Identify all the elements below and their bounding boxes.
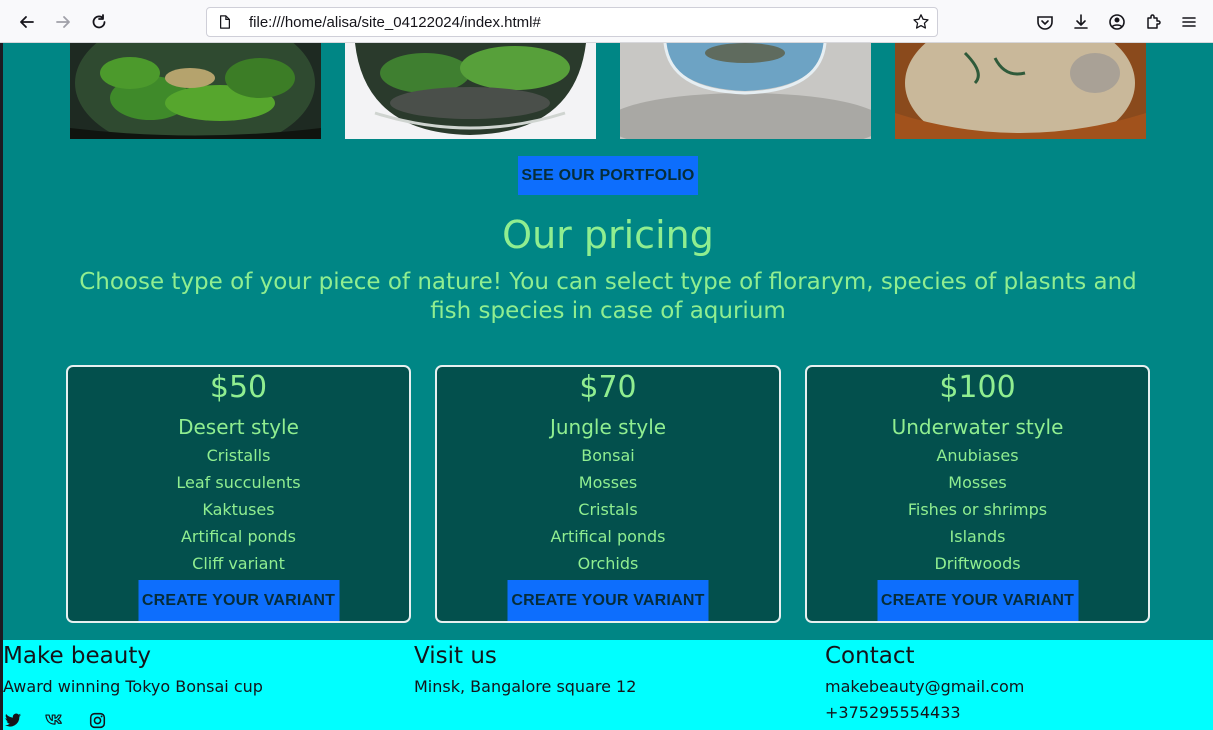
list-item: Driftwoods (934, 554, 1021, 573)
footer-column-about: Make beauty Award winning Tokyo Bonsai c… (3, 640, 263, 696)
list-item: Mosses (948, 473, 1007, 492)
card-feature-list: Anubiases Mosses Fishes or shrimps Islan… (807, 446, 1148, 581)
see-portfolio-button[interactable]: SEE OUR PORTFOLIO (518, 156, 698, 195)
gallery-image-aquarium-bowl[interactable] (620, 43, 871, 139)
back-icon[interactable] (15, 10, 39, 34)
footer: Make beauty Award winning Tokyo Bonsai c… (3, 640, 1213, 730)
contact-phone[interactable]: +375295554433 (825, 703, 1024, 722)
gallery-image-bowl-terrarium[interactable] (345, 43, 596, 139)
card-feature-list: Bonsai Mosses Cristals Artifical ponds O… (437, 446, 779, 581)
gallery-image-sand-terrarium[interactable] (895, 43, 1146, 139)
url-bar[interactable]: file:///home/alisa/site_04122024/index.h… (206, 7, 938, 37)
instagram-icon[interactable] (87, 710, 107, 730)
browser-toolbar: file:///home/alisa/site_04122024/index.h… (0, 0, 1213, 43)
card-style-name: Underwater style (891, 415, 1064, 439)
list-item: Kaktuses (202, 500, 275, 519)
list-item: Bonsai (581, 446, 635, 465)
pocket-icon[interactable] (1033, 10, 1057, 34)
pricing-card-jungle: $70 Jungle style Bonsai Mosses Cristals … (435, 365, 781, 623)
downloads-icon[interactable] (1069, 10, 1093, 34)
gallery-image-moss-terrarium[interactable] (70, 43, 321, 139)
list-item: Cristals (578, 500, 638, 519)
footer-text: Award winning Tokyo Bonsai cup (3, 677, 263, 696)
contact-email[interactable]: makebeauty@gmail.com (825, 677, 1024, 696)
card-price: $100 (939, 370, 1016, 405)
list-item: Artifical ponds (550, 527, 666, 546)
footer-column-visit: Visit us Minsk, Bangalore square 12 (414, 640, 636, 696)
create-variant-button[interactable]: CREATE YOUR VARIANT (138, 580, 339, 621)
twitter-icon[interactable] (3, 710, 23, 730)
footer-title: Visit us (414, 643, 497, 669)
reload-icon[interactable] (87, 10, 111, 34)
account-icon[interactable] (1105, 10, 1129, 34)
card-price: $70 (579, 370, 637, 405)
list-item: Islands (949, 527, 1006, 546)
forward-icon[interactable] (51, 10, 75, 34)
pricing-card-underwater: $100 Underwater style Anubiases Mosses F… (805, 365, 1150, 623)
list-item: Mosses (578, 473, 638, 492)
footer-column-contact: Contact makebeauty@gmail.com +3752955544… (825, 640, 1024, 722)
list-item: Orchids (577, 554, 639, 573)
pricing-subtitle: Choose type of your piece of nature! You… (79, 269, 1137, 324)
footer-title: Make beauty (3, 643, 151, 669)
extensions-icon[interactable] (1141, 10, 1165, 34)
card-feature-list: Cristalls Leaf succulents Kaktuses Artif… (68, 446, 409, 581)
create-variant-button[interactable]: CREATE YOUR VARIANT (507, 580, 709, 621)
menu-icon[interactable] (1177, 10, 1201, 34)
list-item: Cliff variant (192, 554, 285, 573)
footer-title: Contact (825, 643, 915, 669)
bookmark-star-icon[interactable] (911, 12, 931, 32)
page-icon (217, 14, 233, 30)
list-item: Artifical ponds (180, 527, 297, 546)
list-item: Fishes or shrimps (907, 500, 1048, 519)
card-style-name: Jungle style (549, 415, 667, 439)
list-item: Leaf succulents (176, 473, 301, 492)
pricing-card-desert: $50 Desert style Cristalls Leaf succulen… (66, 365, 411, 623)
url-text: file:///home/alisa/site_04122024/index.h… (249, 13, 541, 31)
social-links (3, 710, 107, 730)
create-variant-button[interactable]: CREATE YOUR VARIANT (877, 580, 1078, 621)
pricing-title: Our pricing (502, 213, 714, 257)
card-price: $50 (209, 370, 268, 405)
page: SEE OUR PORTFOLIO Our pricing Choose typ… (3, 43, 1213, 730)
footer-text: Minsk, Bangalore square 12 (414, 677, 637, 696)
list-item: Anubiases (936, 446, 1019, 465)
list-item: Cristalls (206, 446, 271, 465)
card-style-name: Desert style (178, 415, 299, 439)
vk-icon[interactable] (45, 710, 65, 730)
